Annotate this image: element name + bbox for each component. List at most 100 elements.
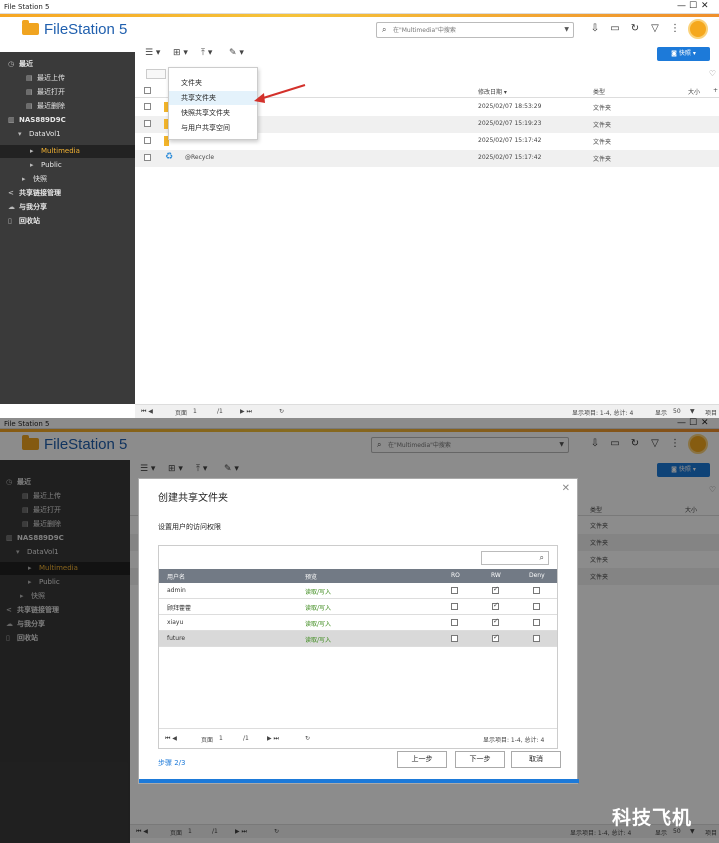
cloud-icon: ☁ [8,203,15,211]
file-icon: ▤ [26,102,33,110]
upload-icon[interactable]: ⤒ ▾ [201,48,212,58]
deny-checkbox[interactable] [533,587,540,594]
refresh-icon[interactable]: ↻ [305,735,310,742]
window-titlebar: File Station 5 —☐✕ [0,0,719,14]
refresh-icon[interactable]: ↻ [628,22,642,36]
table-row[interactable]: admin 读取/写入 [159,583,557,599]
menu-item-snapshot-shared-folder[interactable]: 快照共享文件夹 [169,106,257,120]
step-indicator: 步骤 2/3 [158,759,186,767]
filter-icon[interactable]: ▽ [648,22,662,36]
permission-table-pager: ⏮ ◀ 页面 1 /1 ▶ ⏭ ↻ 显示项目: 1-4, 总计: 4 [159,728,557,748]
sidebar-item-recent-delete[interactable]: ▤ 最近删除 [26,100,65,113]
server-icon: ▥ [8,116,15,124]
dialog-title: 创建共享文件夹 [158,493,228,504]
heart-icon[interactable]: ♡ [709,69,716,78]
table-row[interactable]: 顾拜藿藿 读取/写入 [159,599,557,615]
create-shared-folder-dialog: 创建共享文件夹 ✕ 设置用户的访问权限 ⌕ 用户名 预览 RO RW Deny … [138,478,579,784]
nav-buttons[interactable] [146,69,166,79]
table-row[interactable]: future 读取/写入 [159,631,557,647]
sidebar-item-public[interactable]: ▸ Public [30,159,62,172]
rw-checkbox[interactable] [492,633,499,642]
avatar[interactable] [688,19,708,39]
row-checkbox[interactable] [144,154,151,161]
table-row[interactable]: xiayu 读取/写入 [159,615,557,631]
search-icon: ⌕ [382,25,387,34]
sidebar-item-shared-with-me[interactable]: ☁ 与我分享 [8,201,47,214]
deny-checkbox[interactable] [533,635,540,642]
rw-checkbox[interactable] [492,601,499,610]
close-icon[interactable]: ✕ [562,483,570,494]
sidebar-item-recent[interactable]: ◷ 最近 [8,58,33,71]
chevron-down-icon[interactable]: ▼ [564,26,569,33]
tools-icon[interactable]: ✎ ▾ [229,48,244,58]
column-type[interactable]: 类型 [593,87,605,96]
create-folder-menu: 文件夹 共享文件夹 快照共享文件夹 与用户共享空间 [168,67,258,140]
pager-prev-icon[interactable]: ⏮ ◀ [165,735,177,743]
ro-checkbox[interactable] [451,587,458,594]
column-size[interactable]: 大小 [688,87,700,96]
per-page-select[interactable]: 50 [673,408,681,415]
more-icon[interactable]: ⋮ [668,22,682,36]
sidebar-item-snapshot[interactable]: ▸ 快照 [22,173,47,186]
close-button[interactable]: ✕ [701,1,713,11]
search-input[interactable] [393,24,553,36]
ro-checkbox[interactable] [451,603,458,610]
window-controls: —☐✕ [677,1,713,11]
ro-checkbox[interactable] [451,635,458,642]
maximize-button[interactable]: ☐ [689,1,701,11]
sidebar-item-recycle[interactable]: ▯ 回收站 [8,215,40,228]
deny-checkbox[interactable] [533,603,540,610]
next-button[interactable]: 下一步 [455,751,505,768]
ro-checkbox[interactable] [451,619,458,626]
recycle-icon: ♻ [165,152,174,162]
sidebar-item-recent-upload[interactable]: ▤ 最近上传 [26,72,65,85]
row-checkbox[interactable] [144,137,151,144]
refresh-icon[interactable]: ↻ [279,408,284,415]
menu-item-user-shared-space[interactable]: 与用户共享空间 [169,121,257,135]
add-column-icon[interactable]: + [713,87,718,94]
snapshot-button[interactable]: ◙ 快照 ▾ [657,47,710,61]
search-icon: ⌕ [539,553,544,562]
sidebar-item-nas[interactable]: ▥ NAS889D9C [8,114,66,127]
camera-icon: ◙ [671,50,679,57]
app-name: FileStation 5 [44,21,128,38]
prev-button[interactable]: 上一步 [397,751,447,768]
file-icon: ▤ [26,88,33,96]
menu-item-shared-folder[interactable]: 共享文件夹 [169,91,257,105]
screenshot-create-shared-folder: File Station 5 —☐✕ FileStation 5 ⌕ ▼ ⇩▭↻… [0,418,719,843]
snapshot-icon: ▸ [22,175,26,183]
select-all-checkbox[interactable] [144,87,151,94]
view-mode-icon[interactable]: ☰ ▾ [145,48,160,58]
table-row[interactable]: ♻ @Recycle 2025/02/07 15:17:42 文件夹 [135,150,719,167]
sidebar-item-share-link[interactable]: < 共享链接管理 [8,187,61,200]
monitor-icon[interactable]: ▭ [608,22,622,36]
sidebar-item-recent-open[interactable]: ▤ 最近打开 [26,86,65,99]
row-checkbox[interactable] [144,120,151,127]
menu-item-folder[interactable]: 文件夹 [169,76,257,90]
rw-checkbox[interactable] [492,617,499,626]
header-icons: ⇩ ▭ ↻ ▽ ⋮ [588,22,688,38]
search-box[interactable]: ⌕ ▼ [376,22,574,38]
folder-logo-icon [22,20,39,35]
minimize-button[interactable]: — [677,1,689,11]
folder-icon: ▸ [30,161,34,169]
sidebar-item-datavol[interactable]: ▾ DataVol1 [18,128,61,141]
column-modified[interactable]: 修改日期 ▾ [478,87,507,96]
share-icon: < [8,189,14,197]
row-checkbox[interactable] [144,103,151,110]
pager-next-icon[interactable]: ▶ ⏭ [240,408,252,416]
app-logo: FileStation 5 [22,20,128,38]
rw-checkbox[interactable] [492,585,499,594]
sidebar-item-multimedia[interactable]: ▸ Multimedia [0,145,135,158]
create-folder-icon[interactable]: ⊞ ▾ [173,48,188,58]
user-search-input[interactable]: ⌕ [481,551,549,565]
page-input[interactable]: 1 [193,408,197,415]
deny-checkbox[interactable] [533,619,540,626]
chevron-down-icon[interactable]: ▼ [690,408,695,415]
cancel-button[interactable]: 取消 [511,751,561,768]
pager-next-icon[interactable]: ▶ ⏭ [267,735,279,743]
upload-queue-icon[interactable]: ⇩ [588,22,602,36]
pager-nav-icon[interactable]: ⏮ ◀ [141,408,153,416]
page-input[interactable]: 1 [219,735,223,742]
file-icon: ▤ [26,74,33,82]
